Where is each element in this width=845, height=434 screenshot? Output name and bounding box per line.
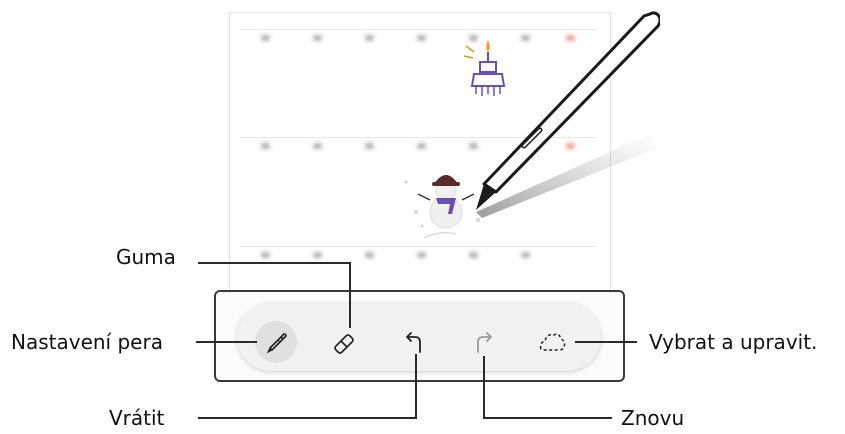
callout-nastaveni-pera: Nastavení pera: [11, 330, 163, 354]
callout-guma: Guma: [116, 245, 176, 269]
callout-vybrat-a-upravit: Vybrat a upravit.: [649, 330, 818, 354]
callout-lines: [196, 262, 637, 419]
callout-vratit: Vrátit: [109, 406, 165, 430]
callout-znovu: Znovu: [621, 406, 685, 430]
